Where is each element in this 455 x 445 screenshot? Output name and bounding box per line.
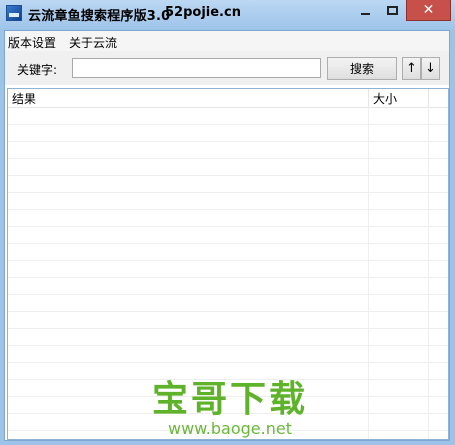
column-header-size[interactable]: 大小 (373, 90, 397, 107)
grid-row-line (8, 209, 448, 210)
results-list[interactable]: 结果 大小 (7, 88, 449, 440)
window-title-site: 52pojie.cn (165, 5, 241, 20)
grid-row-line (8, 379, 448, 380)
grid-row-line (8, 328, 448, 329)
column-separator[interactable] (428, 89, 429, 107)
grid-row-line (8, 396, 448, 397)
sort-up-button[interactable]: ↑ (402, 57, 421, 80)
client-area: 版本设置 关于云流 关键字: 搜索 ↑ ↓ 结果 大小 (4, 30, 450, 441)
grid-row-line (8, 430, 448, 431)
grid-row-line (8, 158, 448, 159)
arrow-down-icon: ↓ (425, 61, 436, 76)
grid-row-line (8, 175, 448, 176)
grid-row-line (8, 294, 448, 295)
app-icon (6, 5, 22, 21)
grid-row-line (8, 413, 448, 414)
close-button[interactable]: ✕ (406, 0, 451, 21)
search-button[interactable]: 搜索 (327, 57, 397, 80)
maximize-icon (387, 6, 398, 15)
keyword-input[interactable] (72, 58, 321, 78)
grid-row-line (8, 141, 448, 142)
arrow-up-icon: ↑ (406, 61, 417, 76)
menu-version-settings[interactable]: 版本设置 (8, 34, 56, 51)
column-separator[interactable] (368, 89, 369, 107)
grid-column-line (368, 107, 369, 439)
close-icon: ✕ (422, 2, 435, 18)
app-window: 云流章鱼搜索程序版3.0 52pojie.cn ✕ 版本设置 关于云流 关键字:… (0, 0, 455, 445)
minimize-icon (361, 13, 370, 15)
grid-row-line (8, 277, 448, 278)
grid-row-line (8, 260, 448, 261)
title-bar[interactable]: 云流章鱼搜索程序版3.0 52pojie.cn ✕ (0, 0, 455, 30)
window-title: 云流章鱼搜索程序版3.0 (28, 9, 171, 24)
column-header-result[interactable]: 结果 (12, 90, 36, 107)
results-header: 结果 大小 (8, 89, 448, 108)
grid-row-line (8, 226, 448, 227)
grid-row-line (8, 362, 448, 363)
grid-row-line (8, 192, 448, 193)
grid-row-line (8, 124, 448, 125)
grid-row-line (8, 345, 448, 346)
maximize-button[interactable] (379, 0, 406, 21)
grid-row-line (8, 311, 448, 312)
keyword-label: 关键字: (17, 63, 58, 77)
menu-bar: 版本设置 关于云流 (5, 31, 449, 52)
sort-down-button[interactable]: ↓ (421, 57, 440, 80)
menu-about[interactable]: 关于云流 (69, 34, 117, 51)
search-toolbar: 关键字: 搜索 ↑ ↓ (5, 51, 449, 85)
minimize-button[interactable] (352, 0, 379, 21)
grid-column-line (428, 107, 429, 439)
grid-row-line (8, 243, 448, 244)
